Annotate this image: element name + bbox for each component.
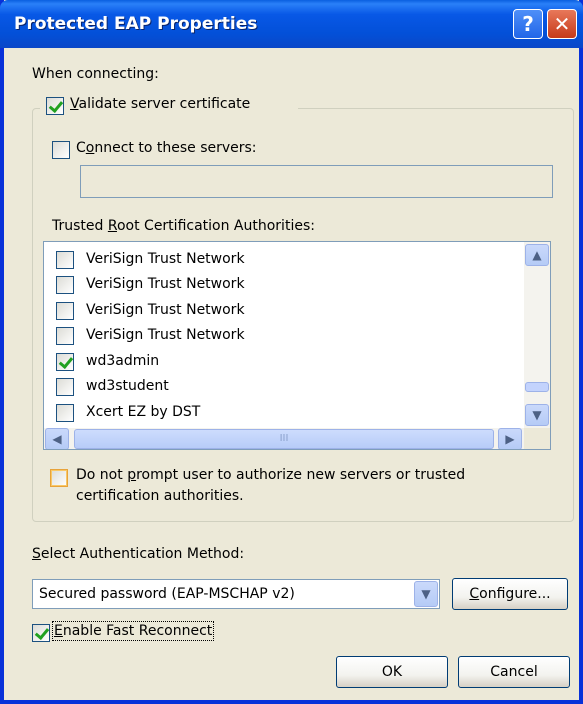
list-item-checkbox[interactable] — [56, 302, 74, 320]
scroll-left-button[interactable]: ◀ — [45, 428, 69, 449]
horizontal-scrollbar[interactable]: ◀ III ▶ — [44, 428, 524, 449]
cancel-button[interactable]: Cancel — [458, 656, 570, 688]
close-button[interactable]: ✕ — [547, 9, 577, 39]
close-icon: ✕ — [553, 12, 571, 36]
list-item[interactable]: VeriSign Trust Network — [44, 323, 524, 349]
no-prompt-label-line1: Do not prompt user to authorize new serv… — [76, 467, 466, 483]
configure-button[interactable]: Configure... — [452, 578, 568, 610]
list-item-label: wd3admin — [86, 353, 160, 369]
list-item[interactable]: wd3student — [44, 374, 524, 400]
list-item[interactable]: VeriSign Trust Network — [44, 247, 524, 273]
scroll-down-button[interactable]: ▼ — [525, 404, 549, 426]
list-item[interactable]: VeriSign Trust Network — [44, 272, 524, 298]
title-bar[interactable]: Protected EAP Properties ? ✕ — [0, 0, 583, 48]
list-item-checkbox[interactable] — [56, 378, 74, 396]
dropdown-arrow-button[interactable]: ▼ — [414, 581, 438, 607]
vertical-scroll-thumb[interactable] — [525, 382, 549, 392]
window-title: Protected EAP Properties — [14, 14, 258, 34]
list-item-label: wd3student — [86, 378, 169, 394]
list-item[interactable]: wd3admin — [44, 349, 524, 375]
ok-button-label: OK — [381, 664, 403, 680]
scroll-right-button[interactable]: ▶ — [498, 428, 522, 449]
configure-button-label: Configure... — [469, 586, 551, 602]
list-item-checkbox[interactable] — [56, 251, 74, 269]
list-item-label: VeriSign Trust Network — [86, 276, 245, 292]
chevron-up-icon: ▲ — [532, 248, 542, 262]
auth-method-select[interactable]: Secured password (EAP-MSCHAP v2) ▼ — [32, 579, 440, 609]
no-prompt-label-line2: certification authorities. — [76, 488, 244, 504]
vertical-scrollbar[interactable]: ▲ ▼ — [524, 242, 550, 428]
auth-method-value: Secured password (EAP-MSCHAP v2) — [39, 586, 295, 602]
list-item-label: Xcert EZ by DST — [86, 404, 201, 420]
grip-icon: III — [279, 433, 289, 444]
chevron-down-icon: ▼ — [532, 408, 542, 422]
ok-button[interactable]: OK — [336, 656, 448, 688]
list-item[interactable]: VeriSign Trust Network — [44, 298, 524, 324]
chevron-right-icon: ▶ — [505, 432, 515, 446]
when-connecting-label: When connecting: — [32, 66, 159, 82]
scrollbar-corner — [524, 428, 550, 449]
list-item-checkbox[interactable] — [56, 404, 74, 422]
horizontal-scroll-thumb[interactable]: III — [74, 429, 494, 449]
validate-cert-row[interactable]: Validate server certificate — [40, 94, 298, 118]
help-icon: ? — [522, 12, 534, 36]
list-item[interactable]: Xcert EZ by DST — [44, 400, 524, 426]
list-item-checkbox[interactable] — [56, 353, 74, 371]
scroll-up-button[interactable]: ▲ — [525, 244, 549, 266]
list-item-label: VeriSign Trust Network — [86, 302, 245, 318]
validate-cert-checkbox[interactable] — [46, 97, 64, 115]
trusted-roots-list[interactable]: VeriSign Trust Network VeriSign Trust Ne… — [43, 241, 551, 450]
help-button[interactable]: ? — [513, 9, 543, 39]
auth-method-label: Select Authentication Method: — [32, 546, 245, 562]
list-item-label: VeriSign Trust Network — [86, 327, 245, 343]
chevron-left-icon: ◀ — [52, 432, 62, 446]
connect-servers-label: Connect to these servers: — [76, 140, 257, 156]
no-prompt-checkbox[interactable] — [50, 469, 68, 487]
servers-input[interactable] — [80, 165, 553, 198]
list-item-label: VeriSign Trust Network — [86, 251, 245, 267]
trusted-roots-label: Trusted Root Certification Authorities: — [52, 218, 315, 234]
fast-reconnect-label: Enable Fast Reconnect — [51, 621, 215, 641]
chevron-down-icon: ▼ — [421, 587, 431, 601]
connect-servers-checkbox[interactable] — [52, 141, 70, 159]
validate-cert-label: Validate server certificate — [70, 96, 251, 112]
list-item-checkbox[interactable] — [56, 327, 74, 345]
cancel-button-label: Cancel — [490, 664, 538, 680]
fast-reconnect-checkbox[interactable] — [32, 624, 50, 642]
list-item-checkbox[interactable] — [56, 276, 74, 294]
